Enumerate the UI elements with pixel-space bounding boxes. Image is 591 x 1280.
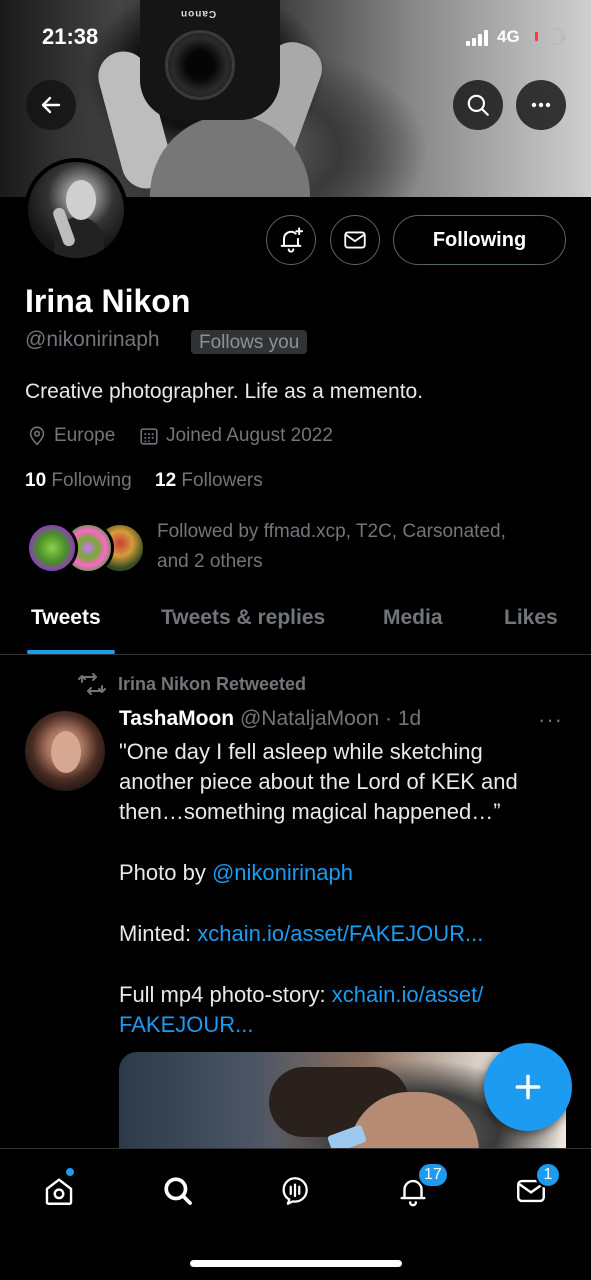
notifications-badge: 17 — [417, 1162, 449, 1188]
spaces-microphone-icon — [282, 1177, 308, 1205]
minted-link[interactable]: xchain.io/asset/FAKEJOUR... — [197, 921, 483, 946]
location-text: Europe — [54, 425, 116, 446]
following-stat[interactable]: 10 Following — [25, 470, 132, 492]
banner-camera-brand: Canon — [180, 8, 217, 19]
location-pin-icon — [29, 426, 45, 446]
notify-button[interactable] — [266, 215, 316, 265]
profile-tabs: Tweets Tweets & replies Media Likes — [0, 598, 591, 655]
status-bar: 21:38 4G — [0, 20, 591, 52]
profile-handle: @nikonirinaph — [25, 328, 160, 351]
search-button[interactable] — [453, 80, 503, 130]
envelope-icon — [344, 231, 366, 249]
tweet-text-line: another piece about the Lord of KEK and — [119, 769, 518, 794]
profile-avatar[interactable] — [24, 158, 128, 262]
mention-link[interactable]: @nikonirinaph — [212, 860, 353, 885]
tweet-text-line: "One day I fell asleep while sketching — [119, 739, 483, 764]
search-icon — [164, 1177, 192, 1205]
network-type: 4G — [497, 27, 520, 46]
tab-tweets-replies[interactable]: Tweets & replies — [161, 606, 325, 630]
profile-joined: Joined August 2022 — [138, 425, 333, 447]
nav-notifications[interactable]: 17 — [391, 1162, 449, 1213]
nav-home[interactable] — [37, 1167, 81, 1213]
back-button[interactable] — [26, 80, 76, 130]
tweet-text-line: then…something magical happened…” — [119, 799, 501, 824]
tweet-time: · 1d — [385, 707, 422, 730]
calendar-icon — [140, 428, 158, 445]
messages-badge: 1 — [535, 1162, 561, 1188]
followers-stat[interactable]: 12 Followers — [155, 470, 263, 492]
tab-likes[interactable]: Likes — [504, 606, 558, 630]
bell-plus-icon — [280, 227, 304, 253]
profile-name: Irina Nikon — [25, 283, 191, 319]
status-time: 21:38 — [42, 24, 99, 49]
profile-location: Europe — [26, 425, 115, 447]
tweet-more-button[interactable]: ··· — [538, 707, 563, 733]
nav-messages[interactable]: 1 — [509, 1162, 561, 1213]
followers-count: 12 — [155, 470, 177, 491]
retweeted-by-text: Irina Nikon Retweeted — [118, 673, 307, 694]
compose-tweet-button[interactable] — [484, 1043, 572, 1131]
retweet-icon — [78, 673, 106, 695]
tweet-mp4-cont: FAKEJOUR... — [119, 1010, 559, 1041]
home-icon — [45, 1178, 73, 1205]
mp4-link-cont[interactable]: FAKEJOUR... — [119, 1012, 253, 1037]
search-icon — [467, 94, 489, 116]
following-count: 10 — [25, 470, 47, 491]
tweet-author-handle[interactable]: @NataljaMoon — [240, 707, 379, 730]
following-label: Following — [51, 470, 132, 491]
active-tab-indicator — [27, 650, 115, 654]
more-dots-icon — [531, 102, 551, 108]
followers-label: Followers — [181, 470, 263, 491]
followed-by-avatars[interactable] — [26, 522, 146, 576]
nav-spaces[interactable] — [273, 1169, 317, 1213]
tweet-minted: Minted: xchain.io/asset/FAKEJOUR... — [119, 921, 484, 946]
mp4-link[interactable]: xchain.io/asset/ — [332, 982, 484, 1007]
tab-media[interactable]: Media — [383, 606, 443, 630]
following-button[interactable]: Following — [393, 215, 566, 265]
arrow-left-icon — [41, 96, 61, 114]
home-new-dot — [65, 1167, 75, 1177]
joined-text: Joined August 2022 — [166, 425, 333, 446]
retweet-indicator[interactable]: Irina Nikon Retweeted — [78, 673, 306, 695]
plus-icon — [515, 1074, 541, 1100]
tweet-author-avatar[interactable] — [25, 711, 105, 791]
more-options-button[interactable] — [516, 80, 566, 130]
tweet-mp4: Full mp4 photo-story: xchain.io/asset/ — [119, 982, 484, 1007]
followed-by-text[interactable]: Followed by ffmad.xcp, T2C, Carsonated, … — [157, 517, 567, 577]
tab-tweets[interactable]: Tweets — [31, 606, 101, 630]
follower-avatar — [26, 522, 78, 574]
nav-search[interactable] — [156, 1169, 200, 1213]
tweet-photo-credit: Photo by @nikonirinaph — [119, 860, 353, 885]
signal-icon — [466, 30, 490, 46]
battery-icon — [531, 28, 566, 45]
tweet-header: TashaMoon @NataljaMoon · 1d — [119, 707, 421, 731]
tweet-author-name[interactable]: TashaMoon — [119, 707, 234, 730]
profile-bio: Creative photographer. Life as a memento… — [25, 380, 424, 403]
message-button[interactable] — [330, 215, 380, 265]
follows-you-badge: Follows you — [191, 330, 308, 354]
home-indicator[interactable] — [190, 1260, 402, 1267]
